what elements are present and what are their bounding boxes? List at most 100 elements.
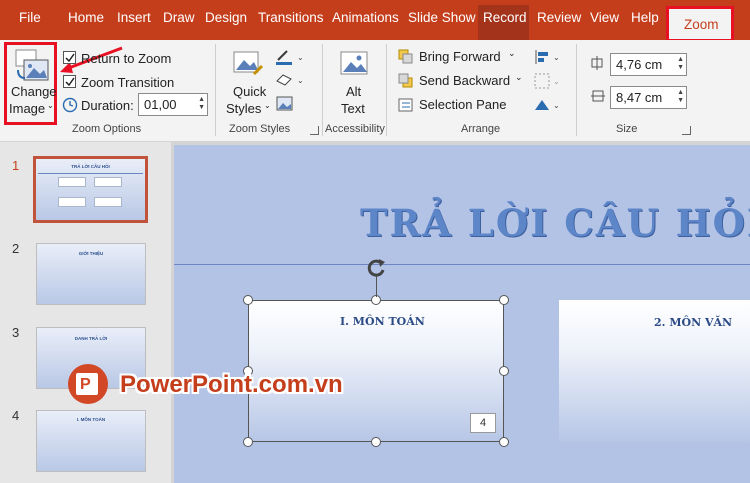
quick-styles-icon (233, 51, 264, 76)
thumbnail-title: TRẢ LỜI CÂU HỎI (71, 164, 110, 169)
rotate-handle-icon[interactable] (366, 257, 388, 279)
svg-text:⌄: ⌄ (297, 53, 304, 62)
tab-record-label: Record (483, 10, 527, 25)
slide-number: 1 (12, 158, 20, 173)
tab-review[interactable]: Review (537, 10, 581, 25)
zoom-transition-label: Zoom Transition (81, 75, 175, 90)
thumbnail-zoom-box (94, 197, 122, 207)
zoom-styles-launcher-icon[interactable] (310, 126, 319, 135)
svg-text:⌄: ⌄ (297, 76, 304, 85)
change-image-icon (15, 49, 49, 81)
duration-label: Duration: (81, 98, 134, 113)
slide-editor: TRẢ LỜI CÂU HỎI I. MÔN TOÁN 4 2. MÔN VĂN (171, 142, 750, 483)
slide-thumbnail-4[interactable]: I. MÔN TOÁN (36, 410, 146, 472)
separator (322, 44, 323, 136)
duration-value: 01,00 (144, 97, 177, 112)
width-value: 8,47 cm (616, 90, 663, 105)
align-icon[interactable]: ⌄ (533, 48, 563, 66)
size-group-label: Size (616, 123, 638, 135)
zoom-transition-checkbox[interactable] (63, 75, 76, 88)
effects-icon[interactable]: ⌄ (275, 71, 305, 89)
resize-handle[interactable] (499, 295, 509, 305)
ribbon: Change Image ⌄ Return to Zoom Zoom Trans… (0, 40, 750, 142)
spin-arrows-icon[interactable]: ▲ ▼ (677, 56, 684, 72)
size-launcher-icon[interactable] (682, 126, 691, 135)
spin-arrows-icon[interactable]: ▲ ▼ (677, 89, 684, 105)
alt-text-button[interactable]: Alt Text (332, 44, 376, 120)
clock-icon (62, 97, 78, 113)
chevron-down-icon: ⌄ (47, 101, 54, 110)
background-icon[interactable] (276, 95, 294, 113)
group-icon[interactable]: ⌄ (533, 72, 563, 90)
tab-home[interactable]: Home (68, 10, 104, 25)
selection-pane-button[interactable]: Selection Pane (398, 96, 508, 116)
slide-thumbnail-pane: 1 TRẢ LỜI CÂU HỎI 2 GIỚI THIỆU 3 DANH TR… (0, 142, 171, 483)
thumbnail-zoom-box (58, 177, 86, 187)
slide-thumbnail-1[interactable]: TRẢ LỜI CÂU HỎI (33, 156, 148, 223)
alt-text-icon (340, 51, 368, 75)
alt-text-label-2: Text (341, 101, 365, 116)
rotate-icon[interactable]: ⌄ (533, 96, 563, 114)
slide-number: 2 (12, 241, 20, 256)
send-backward-label: Send Backward (419, 73, 511, 88)
resize-handle[interactable] (371, 437, 381, 447)
width-input[interactable]: 8,47 cm ▲ ▼ (610, 86, 687, 109)
tab-file[interactable]: File (19, 10, 41, 25)
quick-styles-label-2: Styles (226, 101, 262, 116)
zoom-options-group-label: Zoom Options (72, 123, 142, 135)
return-to-zoom-checkbox[interactable] (63, 51, 76, 64)
tab-record[interactable]: Record (478, 5, 529, 40)
resize-handle[interactable] (243, 437, 253, 447)
change-image-label-2: Image (9, 101, 46, 116)
slide-number: 3 (12, 325, 20, 340)
border-color-icon[interactable]: ⌄ (275, 48, 305, 66)
tab-view[interactable]: View (590, 10, 619, 25)
resize-handle[interactable] (499, 437, 509, 447)
zoom-slide-number-badge: 4 (470, 413, 496, 433)
slide-canvas[interactable]: TRẢ LỜI CÂU HỎI I. MÔN TOÁN 4 2. MÔN VĂN (174, 145, 750, 483)
bring-forward-button[interactable]: Bring Forward ⌄ (398, 48, 526, 68)
alt-text-label: Alt (346, 84, 362, 99)
slide-number: 4 (12, 408, 20, 423)
resize-handle[interactable] (499, 366, 509, 376)
quick-styles-button[interactable]: Quick Styles ⌄ (224, 44, 271, 120)
powerpoint-logo-icon: P (68, 364, 108, 404)
tab-draw[interactable]: Draw (163, 10, 195, 25)
bring-forward-icon (398, 49, 413, 64)
tab-slide-show[interactable]: Slide Show (408, 10, 476, 25)
thumbnail-title: DANH TRẢ LỜI (74, 336, 108, 341)
svg-text:⌄: ⌄ (553, 77, 560, 86)
tab-zoom-label: Zoom (684, 17, 719, 32)
arrange-group-label: Arrange (461, 123, 501, 135)
tab-help[interactable]: Help (631, 10, 659, 25)
thumbnail-zoom-box (94, 177, 122, 187)
change-image-label: Change (11, 84, 57, 99)
slide-zoom-2[interactable]: 2. MÔN VĂN (559, 300, 750, 442)
selection-pane-label: Selection Pane (419, 97, 507, 112)
tab-transitions[interactable]: Transitions (258, 10, 324, 25)
tab-animations[interactable]: Animations (332, 10, 399, 25)
tab-design[interactable]: Design (205, 10, 247, 25)
watermark-text: PowerPoint.com.vn (120, 371, 343, 398)
thumbnail-line (38, 173, 143, 174)
spin-arrows-icon[interactable]: ▲ ▼ (198, 96, 205, 112)
chevron-down-icon: ⌄ (515, 72, 523, 82)
separator (215, 44, 216, 136)
resize-handle[interactable] (243, 295, 253, 305)
height-value: 4,76 cm (616, 57, 663, 72)
width-icon (591, 90, 605, 102)
slide-title[interactable]: TRẢ LỜI CÂU HỎI (360, 201, 750, 245)
svg-text:⌄: ⌄ (553, 101, 560, 110)
thumbnail-title: I. MÔN TOÁN (76, 417, 106, 422)
zoom-2-label: 2. MÔN VĂN (654, 316, 733, 329)
tab-zoom[interactable]: Zoom (666, 6, 734, 42)
height-input[interactable]: 4,76 cm ▲ ▼ (610, 53, 687, 76)
height-icon (591, 56, 603, 70)
chevron-down-icon: ⌄ (508, 48, 516, 58)
change-image-button[interactable]: Change Image ⌄ (8, 44, 57, 120)
send-backward-button[interactable]: Send Backward ⌄ (398, 72, 528, 92)
tab-insert[interactable]: Insert (117, 10, 151, 25)
slide-thumbnail-2[interactable]: GIỚI THIỆU (36, 243, 146, 305)
duration-input[interactable]: 01,00 ▲ ▼ (138, 93, 208, 116)
return-to-zoom-label: Return to Zoom (81, 51, 172, 66)
